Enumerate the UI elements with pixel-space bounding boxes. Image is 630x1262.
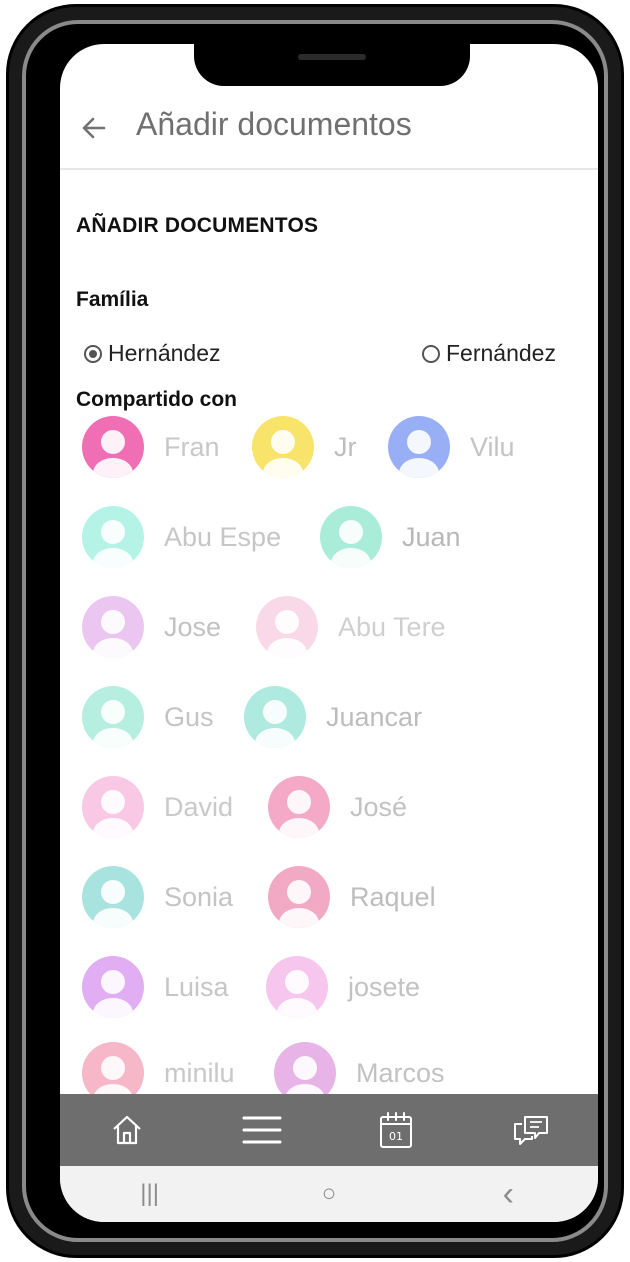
member-item[interactable]: Juan bbox=[320, 506, 461, 568]
phone-notch bbox=[194, 44, 470, 86]
recent-apps-button[interactable]: ||| bbox=[120, 1172, 180, 1216]
member-item[interactable]: josete bbox=[266, 956, 420, 1018]
member-item[interactable]: Vilu bbox=[388, 416, 515, 478]
member-name: Abu Espe bbox=[164, 521, 282, 552]
shared-with-label: Compartido con bbox=[76, 388, 237, 411]
bottom-navigation: 01 bbox=[60, 1094, 598, 1166]
member-name: Raquel bbox=[350, 881, 436, 912]
family-label: Família bbox=[76, 288, 149, 311]
avatar-icon bbox=[320, 506, 382, 568]
member-name: Vilu bbox=[470, 431, 515, 462]
chat-icon bbox=[513, 1116, 548, 1145]
phone-screen: Añadir documentos AÑADIR DOCUMENTOS Famí… bbox=[60, 44, 598, 1222]
avatar-icon bbox=[82, 416, 144, 478]
radio-fernandez[interactable]: Fernández bbox=[422, 340, 556, 367]
radio-unchecked-icon bbox=[422, 344, 440, 363]
member-item[interactable]: Raquel bbox=[268, 866, 436, 928]
member-name: Jr bbox=[334, 431, 357, 462]
member-name: josete bbox=[348, 971, 421, 1002]
app-bar: Añadir documentos bbox=[60, 88, 598, 170]
member-item[interactable]: David bbox=[82, 776, 233, 838]
member-name: David bbox=[164, 791, 234, 822]
nav-calendar-button[interactable]: 01 bbox=[368, 1102, 424, 1158]
member-name: Marcos bbox=[356, 1057, 445, 1088]
member-name: Sonia bbox=[164, 881, 234, 912]
member-item[interactable]: Luisa bbox=[82, 956, 229, 1018]
calendar-icon: 01 bbox=[380, 1112, 413, 1148]
back-arrow-icon[interactable] bbox=[80, 114, 108, 142]
section-title: AÑADIR DOCUMENTOS bbox=[76, 214, 319, 237]
avatar-icon bbox=[256, 596, 318, 658]
avatar-icon bbox=[268, 866, 330, 928]
avatar-icon bbox=[82, 956, 144, 1018]
member-name: Gus bbox=[164, 701, 214, 732]
avatar-icon bbox=[268, 776, 330, 838]
avatar-icon bbox=[82, 596, 144, 658]
member-item[interactable]: Fran bbox=[82, 416, 220, 478]
radio-label: Fernández bbox=[446, 340, 556, 366]
member-name: Luisa bbox=[164, 971, 229, 1002]
member-item[interactable]: Jose bbox=[82, 596, 221, 658]
calendar-day: 01 bbox=[389, 1130, 403, 1143]
member-name: José bbox=[350, 791, 408, 822]
nav-home-button[interactable] bbox=[99, 1102, 155, 1158]
member-name: Juan bbox=[402, 521, 461, 552]
avatar-icon bbox=[252, 416, 314, 478]
member-name: Fran bbox=[164, 431, 220, 462]
radio-hernandez[interactable]: Hernández bbox=[84, 340, 221, 367]
avatar-icon bbox=[82, 776, 144, 838]
member-item[interactable]: Sonia bbox=[82, 866, 233, 928]
member-item[interactable]: Juancar bbox=[244, 686, 422, 748]
member-item[interactable]: José bbox=[268, 776, 407, 838]
avatar-icon bbox=[82, 506, 144, 568]
member-item[interactable]: Jr bbox=[252, 416, 357, 478]
avatar-icon bbox=[388, 416, 450, 478]
system-navigation-bar: ||| ○ ‹ bbox=[60, 1166, 598, 1222]
nav-chat-button[interactable] bbox=[503, 1102, 559, 1158]
nav-menu-button[interactable] bbox=[234, 1102, 290, 1158]
page-title: Añadir documentos bbox=[136, 106, 412, 142]
system-back-button[interactable]: ‹ bbox=[478, 1172, 538, 1216]
speaker-grille bbox=[298, 54, 366, 60]
member-item[interactable]: Abu Espe bbox=[82, 506, 281, 568]
avatar-icon bbox=[266, 956, 328, 1018]
member-item[interactable]: Abu Tere bbox=[256, 596, 446, 658]
radio-label: Hernández bbox=[108, 340, 221, 366]
member-name: minilu bbox=[164, 1057, 235, 1088]
member-item[interactable]: Gus bbox=[82, 686, 214, 748]
radio-checked-icon bbox=[84, 344, 102, 363]
home-icon bbox=[113, 1115, 141, 1145]
member-name: Jose bbox=[164, 611, 222, 642]
avatar-icon bbox=[244, 686, 306, 748]
menu-icon bbox=[242, 1116, 282, 1144]
member-name: Abu Tere bbox=[338, 611, 446, 642]
system-home-button[interactable]: ○ bbox=[299, 1172, 359, 1216]
avatar-icon bbox=[82, 686, 144, 748]
avatar-icon bbox=[82, 866, 144, 928]
member-name: Juancar bbox=[326, 701, 423, 732]
